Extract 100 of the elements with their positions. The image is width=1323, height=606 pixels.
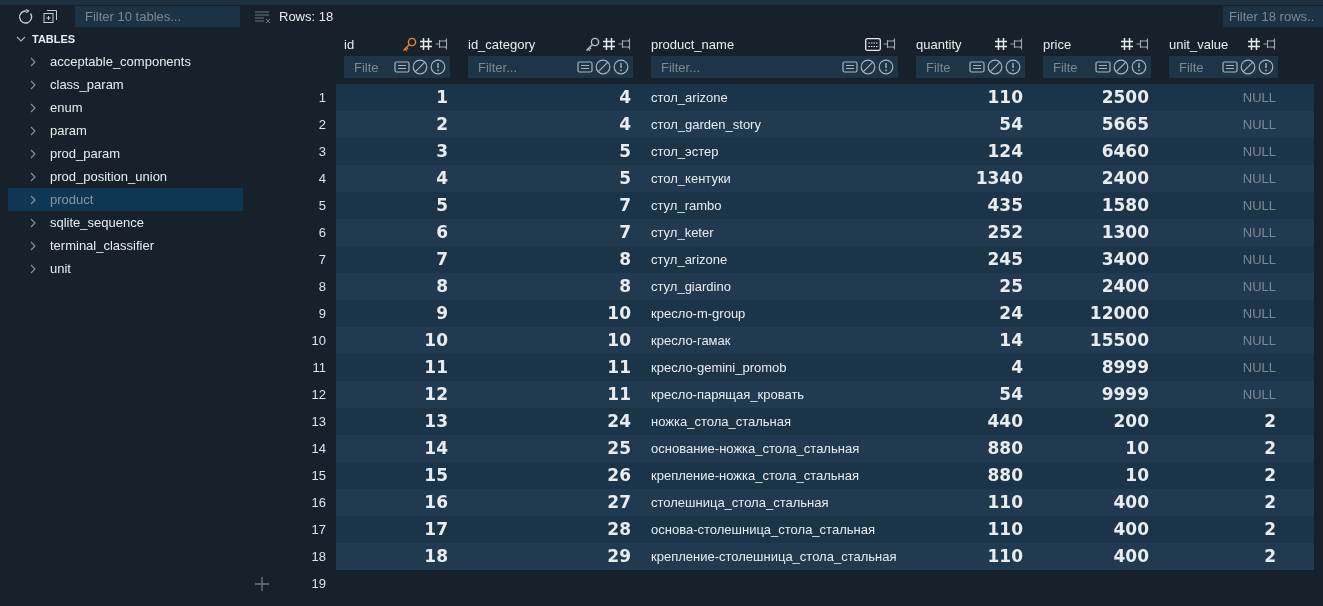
exclamation-circle-icon[interactable] (430, 59, 446, 75)
column-filter-field[interactable]: Filte (1169, 56, 1222, 78)
row-number: 19 (310, 575, 327, 593)
chevron-icon[interactable] (28, 148, 38, 159)
filter-mode-icon[interactable] (577, 60, 593, 74)
table-row[interactable]: 2 4 стол_garden_story 54 5665 NULL (336, 111, 1314, 138)
table-row[interactable]: 11 11 кресло-gemini_promob 4 8999 NULL (336, 354, 1314, 381)
table-row[interactable]: 16 27 столешница_стола_стальная 110 400 2 (336, 489, 1314, 516)
table-row[interactable]: 15 26 крепление-ножка_стола_стальная 880 10 2 (336, 462, 1314, 489)
table-list-item[interactable]: prod_position_union (8, 165, 243, 188)
null-filter-icon[interactable] (860, 59, 876, 75)
column-header[interactable]: quantity (916, 36, 994, 52)
table-row[interactable]: 6 7 стул_keter 252 1300 NULL (336, 219, 1314, 246)
table-list-item[interactable]: param (8, 119, 243, 142)
column-header[interactable]: id_category (468, 36, 585, 52)
null-filter-icon[interactable] (595, 59, 611, 75)
column-header[interactable]: id (344, 36, 402, 52)
table-list-item[interactable]: product (8, 188, 243, 211)
table-row[interactable]: 3 5 стол_эстер 124 6460 NULL (336, 138, 1314, 165)
table-list-item[interactable]: terminal_classifier (8, 234, 243, 257)
filter-mode-icon[interactable] (394, 60, 410, 74)
table-cell-text: 15 (423, 464, 449, 487)
chevron-icon[interactable] (28, 56, 38, 67)
table-cell-text: 7 (618, 194, 632, 217)
null-filter-icon[interactable] (1113, 59, 1129, 75)
chevron-icon[interactable] (28, 217, 38, 228)
table-row[interactable]: 14 25 основание-ножка_стола_стальная 880 10 2 (336, 435, 1314, 462)
table-cell-text: 880 (986, 464, 1024, 487)
table-cell-text: 8999 (1100, 356, 1150, 379)
column-filter-field[interactable]: Filte (1043, 56, 1095, 78)
number-type-icon (1120, 37, 1134, 51)
row-number: 8 (317, 278, 327, 296)
table-row[interactable]: 1 4 стол_arizone 110 2500 NULL (336, 84, 1314, 111)
column-filter-field[interactable]: Filter... (468, 56, 577, 78)
pin-icon[interactable] (618, 38, 633, 50)
chevron-icon[interactable] (28, 194, 38, 205)
chevron-icon[interactable] (28, 102, 38, 113)
clear-filter-icon[interactable] (255, 10, 271, 23)
chevron-icon[interactable] (28, 79, 38, 90)
table-row[interactable]: 8 8 стул_giardino 25 2400 NULL (336, 273, 1314, 300)
table-row[interactable]: 10 10 кресло-гамак 14 15500 NULL (336, 327, 1314, 354)
key-icon (585, 36, 600, 52)
exclamation-circle-icon[interactable] (1258, 59, 1274, 75)
exclamation-circle-icon[interactable] (878, 59, 894, 75)
pin-icon[interactable] (883, 38, 898, 50)
table-row[interactable]: 9 10 кресло-m-group 24 12000 NULL (336, 300, 1314, 327)
table-cell-text: 15500 (1088, 329, 1150, 352)
exclamation-circle-icon[interactable] (1131, 59, 1147, 75)
table-filter-field[interactable]: Filter 10 tables... (75, 6, 240, 27)
table-cell-text: 1 (435, 86, 449, 109)
chevron-icon[interactable] (28, 171, 38, 182)
null-filter-icon[interactable] (1240, 59, 1256, 75)
null-filter-icon[interactable] (412, 59, 428, 75)
table-row[interactable]: 17 28 основа-столешница_стола_стальная 110 400 2 (336, 516, 1314, 543)
chevron-icon[interactable] (28, 263, 38, 274)
chevron-icon[interactable] (28, 240, 38, 251)
section-header[interactable]: TABLES (32, 33, 76, 45)
table-cell-text: 8 (618, 248, 632, 271)
table-cell-text: 4 (1010, 356, 1024, 379)
pin-icon[interactable] (435, 38, 450, 50)
table-list-item[interactable]: prod_param (8, 142, 243, 165)
filter-mode-icon[interactable] (969, 60, 985, 74)
column-header[interactable]: price (1043, 36, 1120, 52)
table-cell-text: 18 (423, 545, 449, 568)
filter-mode-icon[interactable] (1222, 60, 1238, 74)
column-filter-field[interactable]: Filte (344, 56, 394, 78)
table-row[interactable]: 18 29 крепление-столешница_стола_стальная 110 400 2 (336, 543, 1314, 570)
table-cell-text: 880 (986, 437, 1024, 460)
column-filter-field[interactable]: Filte (916, 56, 969, 78)
filter-mode-icon[interactable] (842, 60, 858, 74)
chevron-icon[interactable] (28, 125, 38, 136)
pin-icon[interactable] (1136, 38, 1151, 50)
table-row[interactable]: 4 5 стол_кентуки 1340 2400 NULL (336, 165, 1314, 192)
table-list-item[interactable]: enum (8, 96, 243, 119)
table-cell-text: ножка_стола_стальная (650, 413, 793, 431)
refresh-icon[interactable] (18, 8, 34, 25)
add-row-icon[interactable] (255, 576, 269, 591)
table-list-item[interactable]: acceptable_components (8, 50, 243, 73)
chevron-icon[interactable] (16, 34, 26, 44)
collapse-all-icon[interactable] (43, 9, 57, 24)
null-filter-icon[interactable] (987, 59, 1003, 75)
row-number: 9 (317, 305, 327, 323)
table-list-item[interactable]: sqlite_sequence (8, 211, 243, 234)
column-header[interactable]: product_name (651, 36, 865, 52)
row-filter-field[interactable]: Filter 18 rows.. (1223, 6, 1323, 27)
table-row[interactable]: 12 11 кресло-парящая_кровать 54 9999 NULL (336, 381, 1314, 408)
table-row[interactable]: 5 7 стул_rambo 435 1580 NULL (336, 192, 1314, 219)
table-row[interactable]: 13 24 ножка_стола_стальная 440 200 2 (336, 408, 1314, 435)
exclamation-circle-icon[interactable] (613, 59, 629, 75)
table-cell-text: стол_кентуки (650, 170, 732, 188)
table-list-item[interactable]: unit (8, 257, 243, 280)
table-list-item[interactable]: class_param (8, 73, 243, 96)
column-header[interactable]: unit_value (1169, 36, 1247, 52)
pin-icon[interactable] (1010, 38, 1025, 50)
column-filter-field[interactable]: Filter... (651, 56, 842, 78)
table-row[interactable]: 7 8 стул_arizone 245 3400 NULL (336, 246, 1314, 273)
pin-icon[interactable] (1263, 38, 1278, 50)
table-cell-text: 8 (435, 275, 449, 298)
exclamation-circle-icon[interactable] (1005, 59, 1021, 75)
filter-mode-icon[interactable] (1095, 60, 1111, 74)
